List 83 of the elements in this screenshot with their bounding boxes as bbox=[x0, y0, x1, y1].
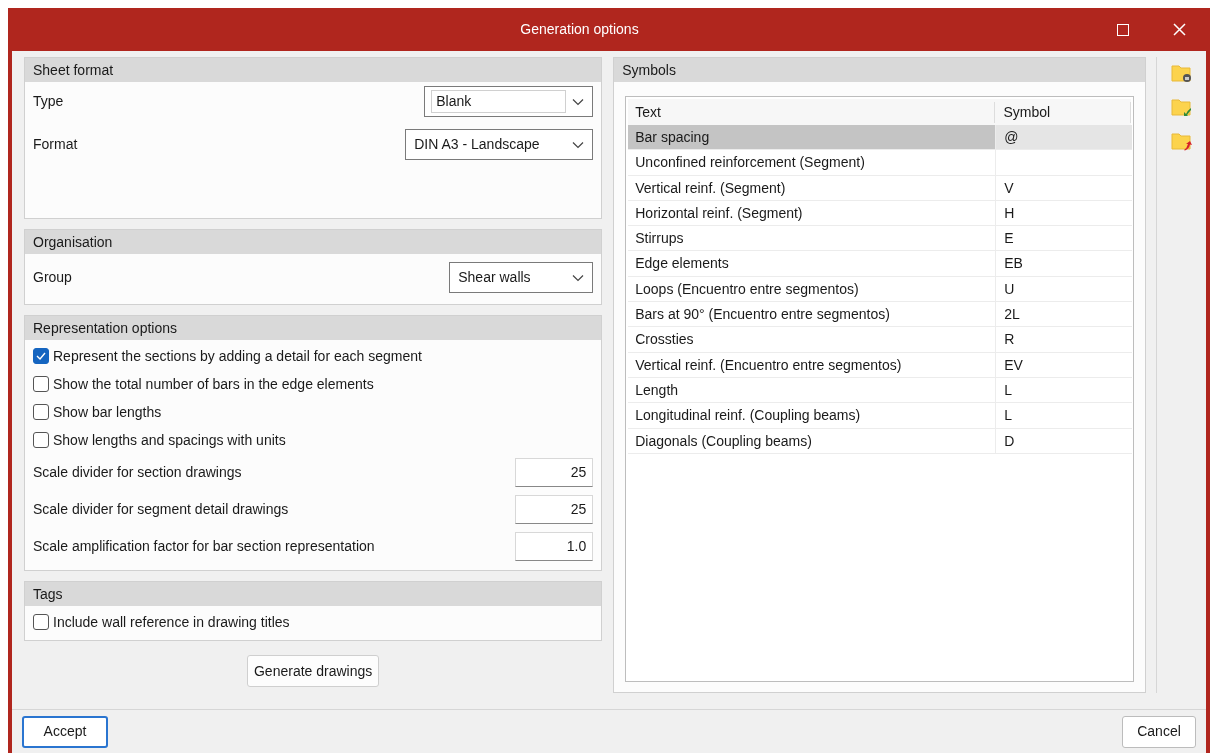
table-cell-text: L bbox=[1003, 406, 1014, 426]
field-label: Scale amplification factor for bar section representation bbox=[33, 537, 375, 556]
table-cell-text: H bbox=[1003, 203, 1016, 223]
table-cell-text: EV bbox=[1003, 355, 1024, 375]
dropdown[interactable]: DIN A3 - Landscape bbox=[405, 129, 594, 160]
chevron-down-icon bbox=[572, 140, 585, 149]
checkbox[interactable] bbox=[33, 376, 49, 392]
table-cell: Bars at 90° (Encuentro entre segmentos) bbox=[628, 302, 997, 327]
table-cell: Loops (Encuentro entre segmentos) bbox=[628, 276, 997, 302]
table-row[interactable]: Longitudinal reinf. (Coupling beams) L bbox=[628, 403, 1133, 429]
table-cell: Length bbox=[628, 377, 997, 403]
checkbox[interactable] bbox=[33, 432, 49, 448]
table-row[interactable]: Stirrups E bbox=[628, 226, 1133, 252]
section-header: Sheet format bbox=[25, 58, 602, 82]
table-cell: Crossties bbox=[628, 327, 997, 352]
folder-import-icon[interactable] bbox=[1170, 97, 1193, 117]
dropdown-value: DIN A3 - Landscape bbox=[413, 135, 540, 154]
table-cell: Diagonals (Coupling beams) bbox=[628, 428, 997, 453]
number-field[interactable]: 1.0 bbox=[515, 532, 594, 561]
table-row[interactable]: Length L bbox=[628, 377, 1133, 404]
table-cell: Horizontal reinf. (Segment) bbox=[628, 200, 997, 226]
table-row[interactable]: Bar spacing @ bbox=[628, 125, 1133, 151]
table-row[interactable]: Vertical reinf. (Encuentro entre segmentos) EV bbox=[628, 352, 1133, 378]
table-row[interactable]: Crossties R bbox=[628, 327, 1133, 353]
table-cell: Bar spacing bbox=[628, 125, 997, 150]
column-header: Symbol bbox=[995, 101, 1132, 123]
table-row[interactable]: Diagonals (Coupling beams) D bbox=[628, 428, 1133, 454]
checkbox-label: Include wall reference in drawing titles bbox=[53, 612, 290, 632]
table-row[interactable]: Vertical reinf. (Segment) V bbox=[628, 175, 1133, 201]
table-cell: Longitudinal reinf. (Coupling beams) bbox=[628, 403, 997, 428]
table-row[interactable]: Bars at 90° (Encuentro entre segmentos) 2L bbox=[628, 302, 1133, 328]
table-cell-text: R bbox=[1003, 330, 1016, 350]
table-row[interactable]: Horizontal reinf. (Segment) H bbox=[628, 200, 1133, 227]
dropdown[interactable]: Shear walls bbox=[449, 262, 594, 293]
maximize-icon[interactable] bbox=[1117, 23, 1129, 36]
folder-icon[interactable] bbox=[1170, 63, 1193, 83]
table-cell-text: D bbox=[1003, 431, 1016, 451]
window-title: Generation options bbox=[519, 20, 640, 39]
table-cell-text: V bbox=[1003, 178, 1015, 198]
checkbox-label: Show lengths and spacings with units bbox=[53, 430, 286, 450]
table-cell-text: U bbox=[1003, 279, 1016, 299]
checkbox[interactable] bbox=[33, 614, 49, 630]
field-label: Scale divider for segment detail drawings bbox=[33, 500, 289, 519]
table-cell: Vertical reinf. (Segment) bbox=[628, 175, 997, 200]
table-cell-text: E bbox=[1003, 229, 1015, 249]
field-label: Group bbox=[33, 268, 72, 287]
field-label: Format bbox=[33, 135, 78, 154]
checkbox-label: Show bar lengths bbox=[53, 402, 162, 422]
table-cell-text: @ bbox=[1003, 128, 1020, 147]
dropdown[interactable]: Blank bbox=[424, 86, 594, 117]
checkbox-label: Represent the sections by adding a detail for each segment bbox=[53, 346, 422, 366]
field-label: Scale divider for section drawings bbox=[33, 463, 242, 482]
section-header: Organisation bbox=[25, 230, 602, 254]
field-label: Type bbox=[33, 92, 64, 111]
cancel-button[interactable]: Cancel bbox=[1122, 715, 1196, 748]
accept-button[interactable]: Accept bbox=[22, 715, 108, 748]
column-header: Text bbox=[628, 101, 996, 123]
table-cell: Edge elements bbox=[628, 251, 997, 276]
number-field[interactable]: 25 bbox=[515, 495, 594, 524]
dropdown-value: Blank bbox=[431, 90, 567, 113]
close-icon[interactable] bbox=[1173, 23, 1186, 36]
table-cell-text: EB bbox=[1003, 254, 1024, 274]
table-cell-text: L bbox=[1003, 380, 1014, 400]
table-cell: Stirrups bbox=[628, 226, 997, 251]
table-row[interactable]: Edge elements EB bbox=[628, 251, 1133, 277]
generate-drawings-button[interactable]: Generate drawings bbox=[246, 655, 380, 687]
number-field[interactable]: 25 bbox=[515, 458, 594, 487]
table-cell: Unconfined reinforcement (Segment) bbox=[628, 150, 997, 175]
section-header: Symbols bbox=[614, 58, 1146, 82]
section-header: Tags bbox=[25, 582, 602, 606]
section-header: Representation options bbox=[25, 316, 602, 340]
table-cell-text: 2L bbox=[1003, 305, 1021, 325]
folder-export-icon[interactable] bbox=[1170, 131, 1193, 151]
dropdown-value: Shear walls bbox=[457, 268, 531, 287]
checkbox-label: Show the total number of bars in the edge elements bbox=[53, 374, 374, 394]
checkbox[interactable] bbox=[33, 348, 49, 364]
chevron-down-icon bbox=[572, 97, 585, 106]
table-row[interactable]: Loops (Encuentro entre segmentos) U bbox=[628, 276, 1133, 303]
checkmark-icon bbox=[36, 352, 46, 360]
checkbox[interactable] bbox=[33, 404, 49, 420]
table-cell: Vertical reinf. (Encuentro entre segmentos) bbox=[628, 352, 997, 377]
table-row[interactable]: Unconfined reinforcement (Segment) bbox=[628, 150, 1133, 176]
chevron-down-icon bbox=[572, 273, 585, 282]
